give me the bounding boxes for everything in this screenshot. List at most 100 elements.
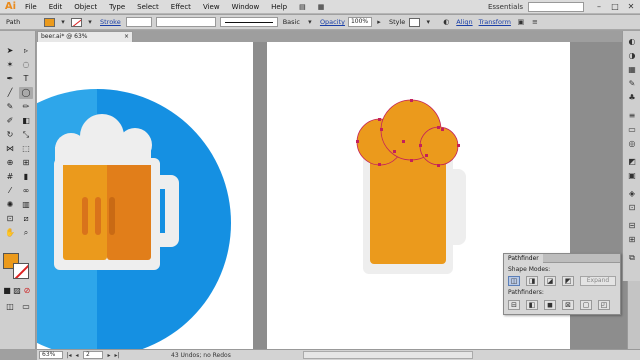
pen-tool-icon[interactable]: ✒ [3, 73, 17, 85]
intersect-button[interactable]: ◪ [544, 276, 556, 286]
graphic-style-swatch[interactable] [409, 17, 421, 27]
expand-button[interactable]: Expand [580, 276, 616, 286]
merge-button[interactable]: ◼ [544, 300, 556, 310]
stroke-color-box[interactable] [13, 263, 29, 279]
magic-wand-tool-icon[interactable]: ✶ [3, 59, 17, 71]
selection-tool-icon[interactable]: ➤ [3, 45, 17, 57]
artboard-1[interactable] [37, 42, 253, 349]
symbol-sprayer-tool-icon[interactable]: ✺ [3, 199, 17, 211]
artboard-field[interactable]: 2 [83, 351, 103, 359]
zoom-field[interactable]: 63% [39, 351, 63, 359]
swatches-panel-icon[interactable]: ▦ [626, 65, 638, 75]
shape-builder-tool-icon[interactable]: ⊕ [3, 157, 17, 169]
artboards-panel-icon[interactable]: ⊡ [626, 203, 638, 213]
hand-tool-icon[interactable]: ✋ [3, 227, 17, 239]
variable-width-dropdown[interactable] [155, 17, 216, 27]
panel-menu-icon[interactable]: ≡ [530, 17, 540, 27]
menu-object[interactable]: Object [68, 0, 103, 14]
gradient-panel-icon[interactable]: ▭ [626, 125, 638, 135]
menu-type[interactable]: Type [103, 0, 131, 14]
free-transform-tool-icon[interactable]: ⬚ [19, 143, 33, 155]
arrange-docs-icon[interactable]: ▦ [312, 0, 331, 14]
gradient-tool-icon[interactable]: ▮ [19, 171, 33, 183]
maximize-icon[interactable]: □ [608, 1, 622, 13]
last-artboard-icon[interactable]: ▸| [113, 352, 121, 359]
graphic-styles-icon[interactable]: ▣ [626, 171, 638, 181]
menu-window[interactable]: Window [226, 0, 266, 14]
stroke-weight-field[interactable] [125, 17, 152, 27]
menu-edit[interactable]: Edit [43, 0, 69, 14]
mesh-tool-icon[interactable]: # [3, 171, 17, 183]
first-artboard-icon[interactable]: |◂ [65, 352, 73, 359]
horizontal-scrollbar[interactable] [303, 351, 473, 359]
scale-tool-icon[interactable]: ⤡ [19, 129, 33, 141]
chevron-down-icon[interactable]: ▾ [85, 17, 95, 27]
recolor-artwork-icon[interactable]: ◐ [441, 17, 451, 27]
stroke-swatch[interactable] [71, 17, 82, 27]
rotate-tool-icon[interactable]: ↻ [3, 129, 17, 141]
trim-button[interactable]: ◧ [526, 300, 538, 310]
bridge-icon[interactable]: ▤ [293, 0, 312, 14]
blob-brush-tool-icon[interactable]: ✐ [3, 115, 17, 127]
draw-normal-icon[interactable]: ◫ [3, 301, 17, 313]
symbols-panel-icon[interactable]: ♣ [626, 93, 638, 103]
minus-front-button[interactable]: ◨ [526, 276, 538, 286]
fill-swatch[interactable] [44, 17, 55, 27]
zoom-tool-icon[interactable]: ⌕ [19, 227, 33, 239]
next-artboard-icon[interactable]: ▸ [105, 352, 113, 359]
chevron-right-icon[interactable]: ▸ [374, 17, 384, 27]
search-input[interactable] [528, 1, 584, 12]
none-mode-icon[interactable]: ⊘ [22, 285, 32, 297]
perspective-grid-tool-icon[interactable]: ⊞ [19, 157, 33, 169]
transparency-panel-icon[interactable]: ◎ [626, 139, 638, 149]
exclude-button[interactable]: ◩ [562, 276, 574, 286]
blend-tool-icon[interactable]: ∞ [19, 185, 33, 197]
brushes-panel-icon[interactable]: ✎ [626, 79, 638, 89]
chevron-down-icon[interactable]: ▾ [305, 17, 315, 27]
unite-button[interactable]: ◫ [508, 276, 520, 286]
pathfinder-panel-icon[interactable]: ⧉ [626, 253, 638, 263]
line-tool-icon[interactable]: ╱ [3, 87, 17, 99]
column-graph-tool-icon[interactable]: ▥ [19, 199, 33, 211]
isolate-icon[interactable]: ▣ [516, 17, 526, 27]
align-panel-icon[interactable]: ⊟ [626, 221, 638, 231]
prev-artboard-icon[interactable]: ◂ [73, 352, 81, 359]
close-tab-icon[interactable]: × [124, 32, 129, 42]
stroke-panel-icon[interactable]: ≡ [626, 111, 638, 121]
align-link[interactable]: Align [456, 18, 472, 26]
artboard-tool-icon[interactable]: ⊡ [3, 213, 17, 225]
minus-back-button[interactable]: ◰ [598, 300, 610, 310]
chevron-down-icon[interactable]: ▾ [423, 17, 433, 27]
appearance-panel-icon[interactable]: ◩ [626, 157, 638, 167]
direct-selection-tool-icon[interactable]: ▹ [19, 45, 33, 57]
slice-tool-icon[interactable]: ⧄ [19, 213, 33, 225]
layers-panel-icon[interactable]: ◈ [626, 189, 638, 199]
menu-help[interactable]: Help [265, 0, 293, 14]
screen-mode-icon[interactable]: ▭ [19, 301, 33, 313]
stroke-link[interactable]: Stroke [100, 18, 121, 26]
type-tool-icon[interactable]: T [19, 73, 33, 85]
opacity-field[interactable]: 100% [347, 17, 372, 27]
menu-file[interactable]: File [19, 0, 43, 14]
chevron-down-icon[interactable]: ▾ [58, 17, 68, 27]
gradient-mode-icon[interactable]: ▨ [12, 285, 22, 297]
menu-view[interactable]: View [197, 0, 226, 14]
crop-button[interactable]: ⊠ [562, 300, 574, 310]
ellipse-tool-icon[interactable]: ◯ [19, 87, 33, 99]
close-icon[interactable]: ✕ [624, 1, 638, 13]
eraser-tool-icon[interactable]: ◧ [19, 115, 33, 127]
eyedropper-tool-icon[interactable]: ⁄ [3, 185, 17, 197]
color-mode-icon[interactable]: ■ [2, 285, 12, 297]
divide-button[interactable]: ⊟ [508, 300, 520, 310]
paintbrush-tool-icon[interactable]: ✎ [3, 101, 17, 113]
width-tool-icon[interactable]: ⋈ [3, 143, 17, 155]
minimize-icon[interactable]: – [592, 1, 606, 13]
brush-definition-dropdown[interactable] [219, 17, 278, 27]
document-tab[interactable]: beer.ai* @ 63% (RGB/Preview) × [37, 31, 133, 50]
workspace-switcher[interactable]: Essentials [483, 3, 528, 11]
color-guide-icon[interactable]: ◑ [626, 51, 638, 61]
transform-panel-icon[interactable]: ⊞ [626, 235, 638, 245]
pathfinder-tab[interactable]: Pathfinder [504, 253, 543, 263]
menu-effect[interactable]: Effect [165, 0, 197, 14]
transform-link[interactable]: Transform [479, 18, 511, 26]
